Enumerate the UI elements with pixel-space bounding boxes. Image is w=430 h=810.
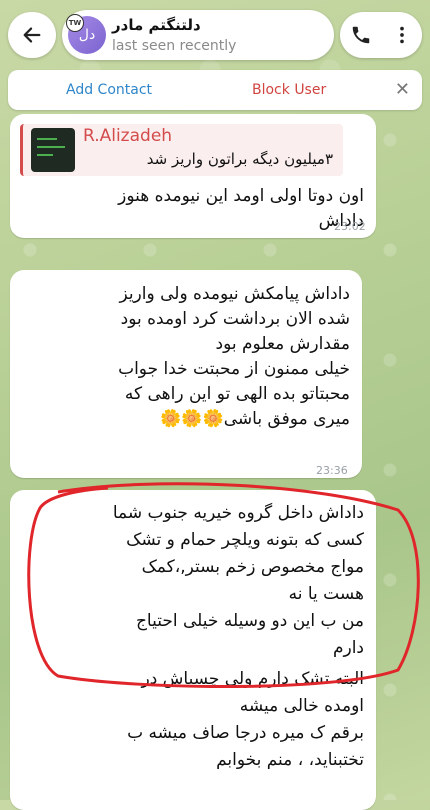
more-vertical-icon[interactable] [391,24,413,46]
close-icon[interactable]: ✕ [395,79,410,100]
chat-status: last seen recently [112,38,237,54]
phone-icon[interactable] [350,24,372,46]
message-text: اون دوتا اولی اومد این نیومده هنوز داداش [118,186,364,231]
back-arrow-icon [23,27,41,43]
header-actions [340,12,422,58]
message-text: داداش داخل گروه خیریه جنوب شما کسی که بت… [112,503,364,770]
reply-quote[interactable]: R.Alizadeh ۳میلیون دیگه براتون واریز شد [20,124,343,176]
chat-title-pill[interactable]: دل TW دلتنگتم مادر last seen recently [62,10,334,60]
message-time: 23:36 [316,464,348,477]
chat-header: دل TW دلتنگتم مادر last seen recently [0,0,430,66]
message-text: داداش پیامکش نیومده ولی واریز شده الان ب… [118,284,350,429]
message-time: 23:02 [334,220,366,233]
avatar-badge: TW [66,14,84,32]
back-button[interactable] [8,12,56,58]
avatar[interactable]: دل TW [66,14,106,54]
contact-action-bar: Add Contact Block User ✕ [8,70,422,110]
reply-text: ۳میلیون دیگه براتون واریز شد [146,150,333,168]
add-contact-button[interactable]: Add Contact [66,82,152,98]
reply-author: R.Alizadeh [83,126,173,146]
block-user-button[interactable]: Block User [252,82,326,98]
reply-thumbnail [31,128,75,172]
chat-name: دلتنگتم مادر [112,16,201,34]
